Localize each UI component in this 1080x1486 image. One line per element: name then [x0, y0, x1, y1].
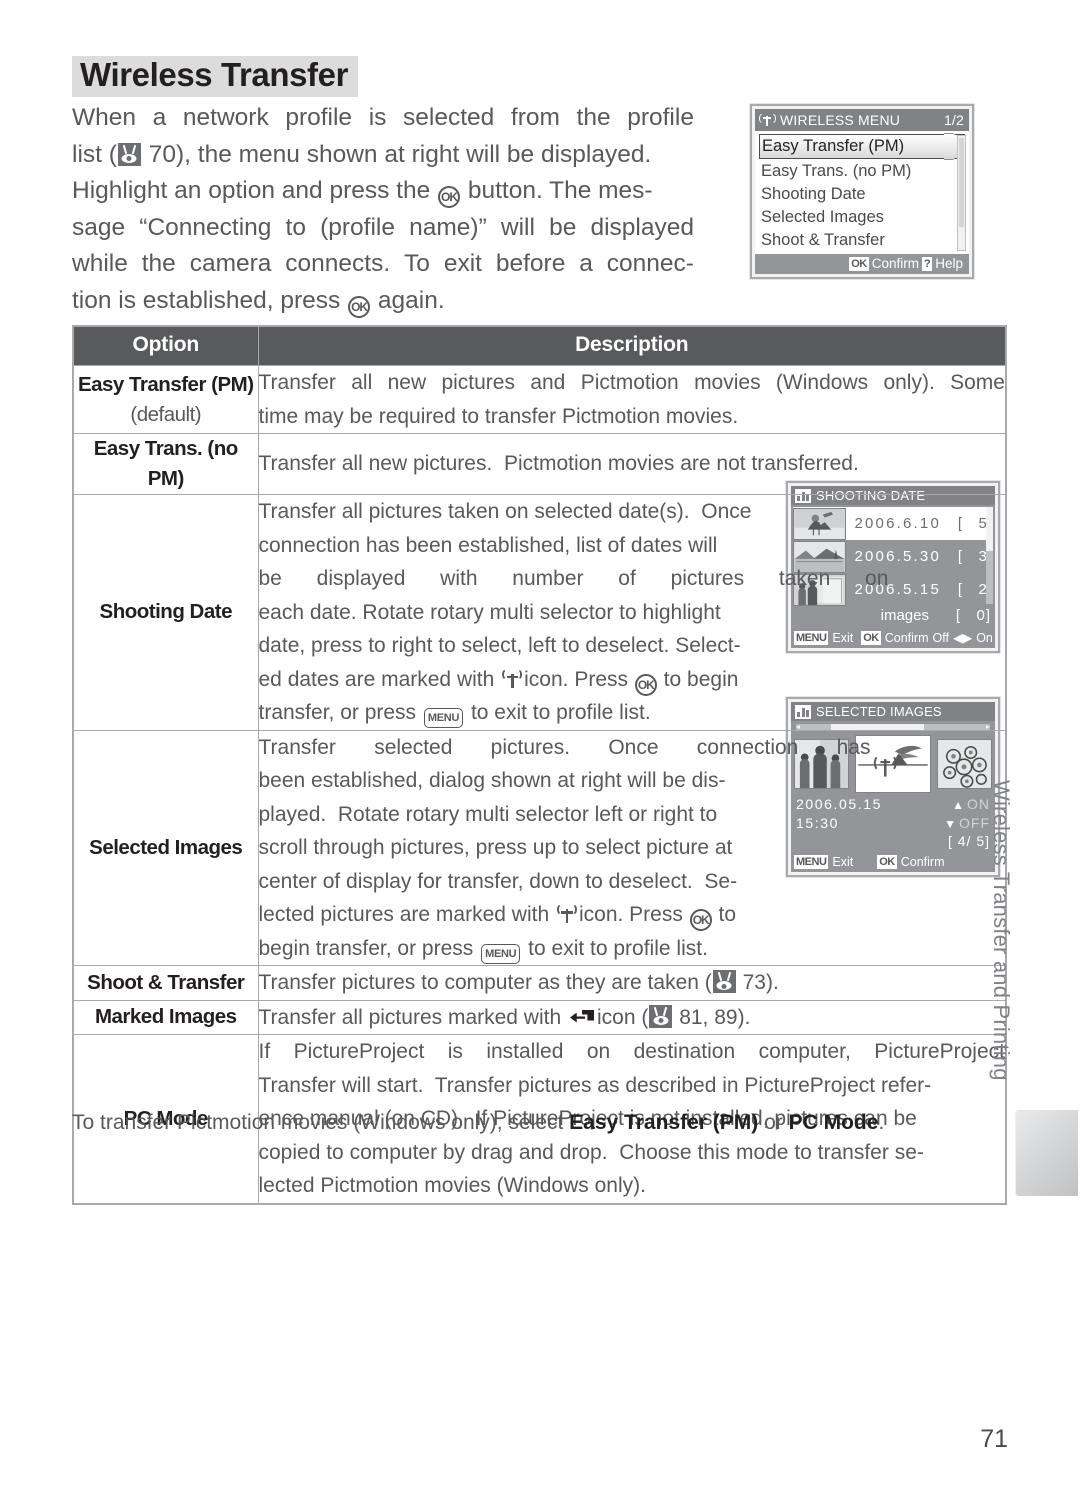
intro-line-4: sage “Connecting to (profile name)” will be dis…: [72, 213, 694, 241]
intro-line-2: list ( 70), the menu shown at right will…: [72, 140, 652, 168]
intro-line-6: tion is established, press OK again.: [72, 283, 694, 320]
wireless-menu-item-easy-trans-no-pm[interactable]: Easy Trans. (no PM): [759, 160, 965, 183]
table-row: Selected Images Transfer selected pictures…: [72, 729, 1007, 966]
intro-line-5: while the camera connects. To exit before a conn…: [72, 250, 694, 277]
wireless-menu-item-shoot-transfer[interactable]: Shoot & Transfer: [759, 229, 965, 252]
header-description: Description: [257, 325, 1007, 366]
footnote-middle: or: [758, 1111, 789, 1134]
wireless-menu-item-shooting-date[interactable]: Shooting Date: [759, 183, 965, 206]
help-key-label: ?: [922, 256, 933, 271]
chapter-thumb-tab: [1016, 1110, 1078, 1196]
wireless-mark-icon: [556, 904, 577, 924]
option-easy-transfer-pm: Easy Transfer (PM) (default): [72, 365, 259, 434]
ok-button-icon: OK: [689, 909, 712, 931]
option-shoot-transfer: Shoot & Transfer: [72, 965, 259, 1001]
wireless-mark-icon: [502, 669, 523, 689]
wireless-menu-list: Easy Transfer (PM) Easy Trans. (no PM) S…: [755, 131, 969, 254]
help-label: Help: [935, 256, 963, 271]
table-header-row: Option Description: [72, 325, 1007, 366]
intro-line-1: When a network profile is selected from the prof…: [72, 104, 694, 131]
ok-button-icon: OK: [348, 295, 371, 318]
intro-line-3: Highlight an option and press the OK but…: [72, 173, 694, 210]
wireless-menu-item-selected-images[interactable]: Selected Images: [759, 206, 965, 229]
footnote: To transfer Pictmotion movies (Windows o…: [72, 1108, 1007, 1138]
footnote-prefix: To transfer Pictmotion movies (Windows o…: [72, 1111, 570, 1134]
description-selected-images: Transfer selected pictures. Once connection h…: [257, 729, 1007, 966]
table-row: Marked Images Transfer all pictures mark…: [72, 999, 1007, 1035]
table-row: Shooting Date Transfer all pictures take…: [72, 494, 1007, 731]
page-reference-icon: [117, 142, 141, 166]
option-selected-images: Selected Images: [72, 729, 259, 966]
ok-button-icon: OK: [634, 673, 657, 696]
wireless-signal-icon: [760, 113, 775, 128]
wireless-menu-footer: OK Confirm ? Help: [755, 254, 969, 274]
footnote-suffix: .: [878, 1111, 885, 1134]
intro-ref-page: 70: [148, 140, 176, 168]
page-title: Wireless Transfer: [72, 56, 359, 97]
page-number: 71: [980, 1425, 1008, 1453]
option-shooting-date: Shooting Date: [72, 494, 259, 731]
intro-paragraph: When a network profile is selected from the prof…: [72, 100, 694, 319]
options-table: Option Description Easy Transfer (PM) (d…: [72, 325, 1007, 1205]
page-reference-icon: [712, 970, 736, 993]
header-option: Option: [72, 325, 259, 366]
description-marked-images: Transfer all pictures marked with icon (…: [257, 999, 1007, 1035]
confirm-label: Confirm: [871, 256, 919, 271]
option-easy-trans-no-pm: Easy Trans. (no PM): [72, 433, 259, 495]
ref-pages-81-89: 81, 89: [679, 1005, 738, 1029]
footnote-bold-pc-mode: PC Mode: [788, 1111, 879, 1134]
page-reference-icon: [649, 1004, 673, 1028]
ok-button-icon: OK: [438, 186, 461, 208]
wireless-menu-screenshot: WIRELESS MENU 1/2 Easy Transfer (PM) Eas…: [750, 104, 974, 279]
ok-key-label: OK: [849, 256, 869, 271]
footnote-bold-easy-transfer: Easy Transfer (PM): [569, 1111, 759, 1134]
wireless-menu-scrollbar[interactable]: [957, 135, 966, 251]
option-label: Easy Transfer (PM): [77, 372, 254, 396]
chapter-tab-label: Wireless Transfer and Printing: [989, 780, 1014, 1081]
table-row: Shoot & Transfer Transfer pictures to co…: [72, 965, 1007, 1001]
transfer-mark-icon: [570, 1010, 594, 1025]
wireless-menu-item-easy-transfer-pm[interactable]: Easy Transfer (PM): [759, 134, 965, 159]
option-marked-images: Marked Images: [72, 999, 259, 1035]
menu-button-icon: MENU: [423, 708, 464, 728]
description-shooting-date: Transfer all pictures taken on selected …: [257, 494, 1007, 731]
description-easy-transfer-pm: Transfer all new pictures and Pictmotion movie…: [257, 365, 1007, 434]
table-row: Easy Transfer (PM) (default) Transfer all…: [72, 365, 1007, 434]
option-sublabel: (default): [130, 402, 202, 426]
wireless-menu-title: WIRELESS MENU: [780, 112, 901, 128]
table-row: Easy Trans. (no PM) Transfer all new pic…: [72, 433, 1007, 495]
menu-button-icon: MENU: [481, 943, 521, 964]
description-shoot-transfer: Transfer pictures to computer as they ar…: [257, 965, 1007, 1001]
ref-page-73: 73: [742, 971, 766, 994]
description-easy-trans-no-pm: Transfer all new pictures. Pictmotion mo…: [257, 433, 1007, 495]
wireless-menu-titlebar: WIRELESS MENU 1/2: [755, 109, 969, 131]
wireless-menu-page-indicator: 1/2: [943, 112, 964, 128]
